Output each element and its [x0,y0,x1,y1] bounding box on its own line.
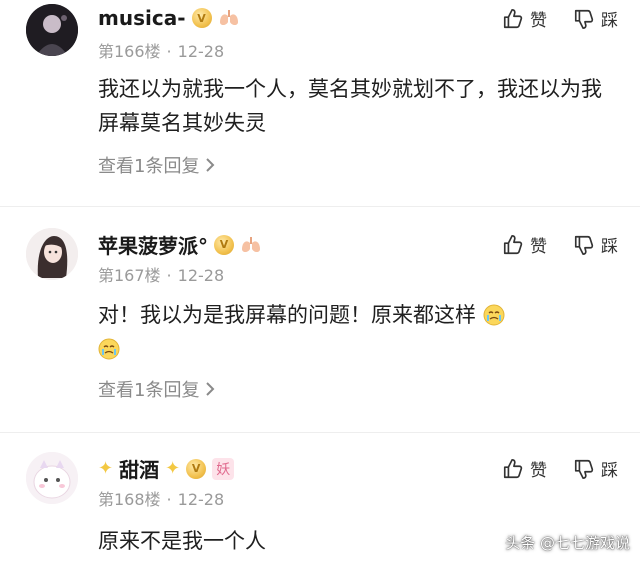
avatar-image [26,452,78,504]
thumbs-down-icon [574,235,594,255]
thumbs-up-icon [503,234,523,254]
lungs-badge-icon [242,236,260,252]
level-v-badge-icon: V [214,234,234,255]
comment-item-167: 苹果菠萝派° V 第167楼 · 12-28 赞 踩 对！我以为是我屏幕的问题！原来… [0,224,640,424]
username[interactable]: musica- V [98,6,240,30]
level-v-badge-icon: V [186,458,207,479]
divider [0,432,640,433]
watermark: 头条 @七七游戏说 [505,534,630,552]
comment-actions: 赞 踩 [502,6,618,31]
view-replies-link[interactable]: 查看1条回复 [98,376,217,402]
avatar[interactable] [26,228,78,280]
role-badge: 妖 [212,457,235,480]
divider [0,206,640,207]
avatar-image [26,228,78,280]
avatar[interactable] [26,4,78,56]
like-button[interactable]: 赞 [502,232,547,257]
comment-text: 对！我以为是我屏幕的问题！原来都这样 [98,298,618,366]
chevron-right-icon [206,382,215,396]
comment-text: 我还以为就我一个人，莫名其妙就划不了，我还以为我屏幕莫名其妙失灵 [98,77,602,135]
like-button[interactable]: 赞 [502,456,547,481]
avatar-image [26,4,78,56]
lungs-badge-icon [219,10,238,25]
username[interactable]: 苹果菠萝派° V [98,230,262,259]
thumbs-down-icon [574,459,594,479]
comment-meta: 第167楼 · 12-28 [98,266,225,285]
thumbs-up-icon [503,458,523,478]
level-v-badge-icon: V [191,8,212,28]
like-button[interactable]: 赞 [502,6,547,31]
comment-meta: 第166楼 · 12-28 [98,42,225,61]
sparkle-icon: ✦ [98,458,114,479]
crying-face-emoji [483,304,505,326]
thumbs-down-icon [574,9,594,29]
view-replies-link[interactable]: 查看1条回复 [98,152,217,178]
dislike-button[interactable]: 踩 [573,232,618,257]
comment-meta: 第168楼 · 12-28 [98,490,225,509]
comment-item-166: musica- V 第166楼 · 12-28 赞 踩 我还以为就我一个人，莫名其妙… [0,0,640,200]
chevron-right-icon [206,158,215,172]
thumbs-up-icon [503,8,523,28]
crying-face-emoji [98,338,120,360]
username[interactable]: ✦ 甜酒 ✦ V 妖 [98,454,235,483]
avatar[interactable] [26,452,78,504]
sparkle-icon: ✦ [165,458,181,479]
dislike-button[interactable]: 踩 [573,6,618,31]
comment-actions: 赞 踩 [502,232,618,257]
comment-actions: 赞 踩 [502,456,618,481]
dislike-button[interactable]: 踩 [573,456,618,481]
